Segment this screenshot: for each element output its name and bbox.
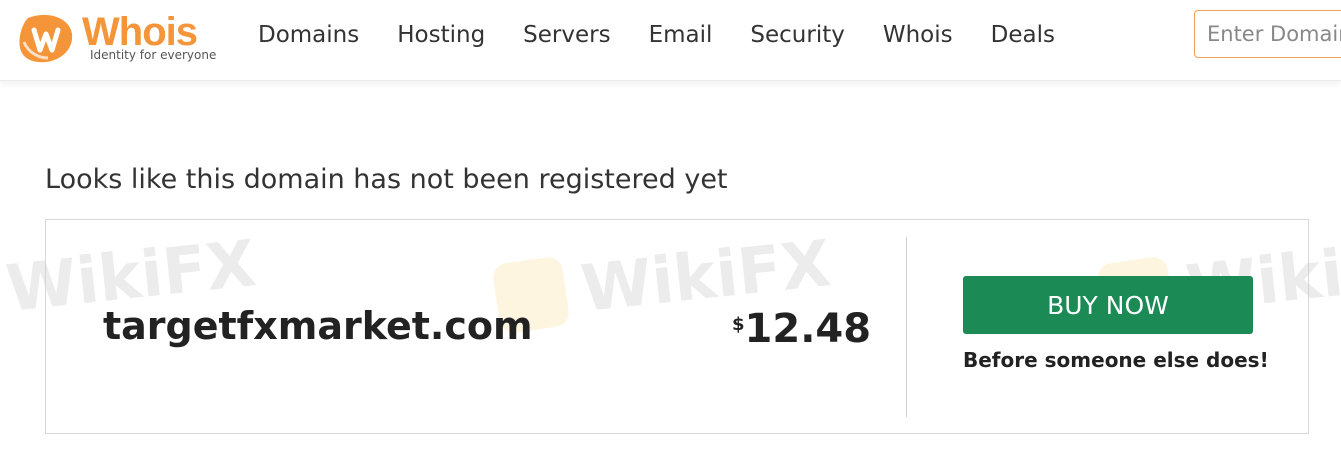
domain-search-input[interactable] <box>1194 10 1341 58</box>
site-header: Whois Identity for everyone Domains Host… <box>0 0 1341 81</box>
nav-item-email[interactable]: Email <box>649 22 713 48</box>
nav-item-security[interactable]: Security <box>750 22 844 48</box>
price-value: 12.48 <box>744 306 872 352</box>
domain-result-card: WikiFX WikiFX WikiFX targetfxmarket.com … <box>3 219 1341 434</box>
domain-price: $12.48 <box>732 306 871 352</box>
site-logo[interactable]: Whois Identity for everyone <box>18 8 218 68</box>
nav-item-hosting[interactable]: Hosting <box>397 22 485 48</box>
card-divider <box>906 237 907 417</box>
domain-name: targetfxmarket.com <box>103 304 533 348</box>
logo-tagline: Identity for everyone <box>90 48 217 62</box>
buy-note: Before someone else does! <box>963 348 1269 372</box>
whois-logo-icon <box>19 14 73 63</box>
nav-item-domains[interactable]: Domains <box>258 22 359 48</box>
price-currency: $ <box>732 314 745 335</box>
nav-item-deals[interactable]: Deals <box>991 22 1055 48</box>
nav-item-whois[interactable]: Whois <box>883 22 953 48</box>
main-nav: Domains Hosting Servers Email Security W… <box>258 22 1093 48</box>
buy-now-button[interactable]: BUY NOW <box>963 276 1253 334</box>
availability-headline: Looks like this domain has not been regi… <box>45 164 728 195</box>
nav-item-servers[interactable]: Servers <box>523 22 610 48</box>
